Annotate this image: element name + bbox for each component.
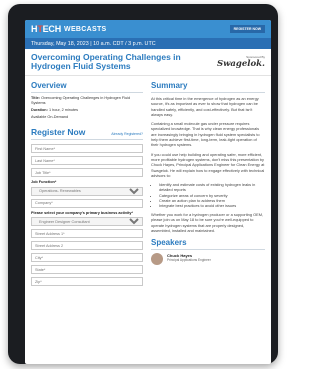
state-field[interactable] [31, 265, 143, 275]
business-activity-select[interactable]: Engineer Designer Consultant [31, 217, 143, 227]
right-column: Summary At this critical time in the eme… [151, 81, 265, 289]
street-address-2-field[interactable] [31, 241, 143, 251]
overview-duration-label: Duration: [31, 108, 48, 112]
job-title-field[interactable] [31, 168, 143, 177]
already-registered-link[interactable]: Already Registered? [111, 132, 143, 136]
business-activity-label: Please select your company's primary bus… [31, 210, 133, 215]
summary-paragraph-2: Containing a small molecule gas under pr… [151, 121, 260, 148]
zip-field[interactable] [31, 277, 143, 287]
job-function-label: Job Function* [31, 180, 57, 184]
logo-ech: ECH [42, 24, 62, 34]
left-column: Overview Title: Overcoming Operating Cha… [31, 81, 143, 289]
logo-webcasts: WEBCASTS [64, 25, 107, 33]
street-address-1-field[interactable] [31, 229, 143, 239]
overview-heading: Overview [31, 81, 143, 93]
city-field[interactable] [31, 253, 143, 263]
overview-duration-value: 1 hour, 2 minutes [48, 108, 79, 112]
summary-paragraph-3: If you could use help building and opera… [151, 151, 265, 178]
last-name-field[interactable] [31, 156, 143, 165]
overview-title-label: Title: [31, 96, 41, 100]
overview-title: Title: Overcoming Operating Challenges i… [31, 96, 143, 106]
device-frame: HTECH WEBCASTS REGISTER NOW Thursday, Ma… [8, 4, 278, 364]
overview-availability: Available On-Demand [31, 115, 69, 119]
event-datetime: Thursday, May 18, 2023 | 10 a.m. CDT / 3… [25, 38, 271, 49]
summary-bullets: Identify and estimate costs of existing … [159, 182, 265, 208]
speaker-card[interactable]: Chuck Hayes Principal Applications Engin… [151, 253, 265, 266]
top-banner: HTECH WEBCASTS REGISTER NOW [25, 20, 271, 38]
sponsor-block: Sponsored By Swagelok. [217, 55, 265, 69]
summary-bullet: Identify and estimate costs of existing … [159, 182, 265, 192]
register-heading: Register Now [31, 127, 86, 137]
register-now-button[interactable]: REGISTER NOW [229, 25, 265, 33]
speakers-section: Speakers Chuck Hayes Principal Applicati… [151, 238, 265, 266]
register-header: Register Now Already Registered? [31, 127, 143, 140]
event-title: Overcoming Operating Challenges in Hydro… [31, 52, 181, 71]
summary-paragraph-1: At this critical time in the emergence o… [151, 96, 259, 117]
summary-heading: Summary [151, 81, 265, 93]
summary-bullet: Integrate best practices to avoid other … [159, 203, 265, 208]
job-function-select[interactable]: Operations- Renewables [31, 186, 143, 196]
speaker-role: Principal Applications Engineer [167, 258, 211, 263]
content-columns: Overview Title: Overcoming Operating Cha… [25, 76, 271, 289]
htech-logo[interactable]: HTECH WEBCASTS [31, 24, 107, 34]
first-name-field[interactable] [31, 144, 143, 153]
speakers-heading: Speakers [151, 238, 265, 251]
company-field[interactable] [31, 198, 143, 208]
swagelok-logo: Swagelok. [216, 59, 265, 69]
summary-paragraph-4: Whether you work for a hydrogen producer… [151, 212, 264, 234]
speaker-avatar [151, 253, 163, 266]
overview-title-value: Overcoming Operating Challenges in Hydro… [31, 96, 131, 105]
webpage-screen: HTECH WEBCASTS REGISTER NOW Thursday, Ma… [25, 20, 271, 364]
overview-duration: Duration: 1 hour, 2 minutes [31, 108, 143, 113]
event-title-bar: Overcoming Operating Challenges in Hydro… [25, 49, 271, 76]
